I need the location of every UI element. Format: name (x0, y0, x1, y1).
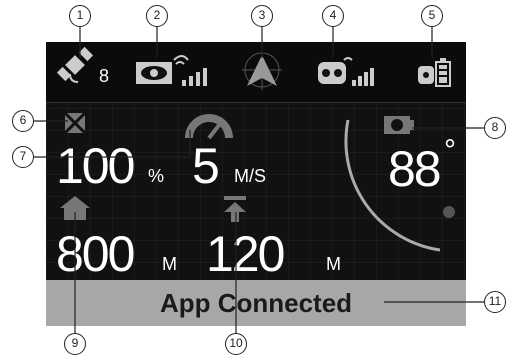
callout-6: 6 (12, 110, 34, 132)
callout-11: 11 (484, 291, 506, 313)
callout-7: 7 (12, 146, 34, 168)
callout-4: 4 (322, 5, 344, 27)
callout-2: 2 (146, 5, 168, 27)
callout-8: 8 (484, 117, 506, 139)
callout-3: 3 (251, 5, 273, 27)
callout-lines (34, 26, 484, 335)
callout-5: 5 (421, 5, 443, 27)
callout-10: 10 (225, 333, 247, 355)
callout-9: 9 (64, 333, 86, 355)
callout-1: 1 (69, 5, 91, 27)
